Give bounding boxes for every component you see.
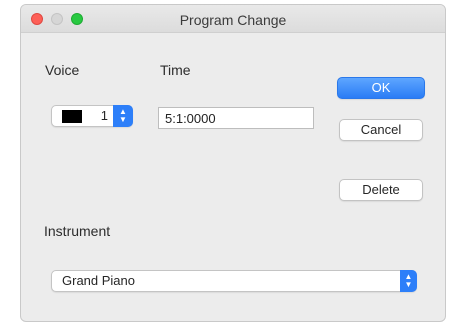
time-field[interactable] xyxy=(158,107,314,129)
cancel-button[interactable]: Cancel xyxy=(339,119,423,141)
voice-label: Voice xyxy=(45,62,80,78)
instrument-value: Grand Piano xyxy=(62,273,135,288)
instrument-label: Instrument xyxy=(44,223,111,239)
window-title: Program Change xyxy=(179,12,287,28)
title-bar: Program Change xyxy=(21,5,445,33)
updown-chevron-icon[interactable]: ▲ ▼ xyxy=(113,105,133,127)
program-change-dialog: Program Change Voice Time 1 ▲▼ OK Cancel… xyxy=(20,4,446,322)
time-label: Time xyxy=(160,62,191,78)
ok-button[interactable]: OK xyxy=(337,77,425,99)
updown-chevron-icon[interactable]: ▲ ▼ xyxy=(400,270,417,292)
voice-stepper[interactable]: 1 ▲ ▼ xyxy=(51,105,133,127)
instrument-select[interactable]: Grand Piano ▲ ▼ xyxy=(51,270,417,292)
voice-color-swatch xyxy=(62,110,82,123)
voice-value: 1 xyxy=(100,108,108,123)
delete-button[interactable]: Delete xyxy=(339,179,423,201)
